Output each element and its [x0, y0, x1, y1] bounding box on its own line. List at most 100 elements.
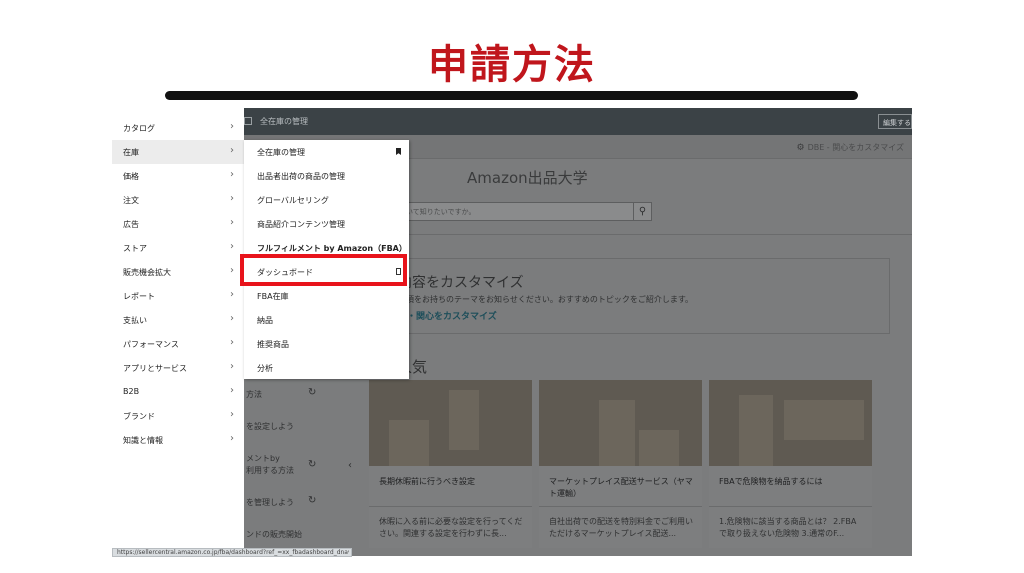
submenu-item-label: 納品 [257, 316, 273, 325]
menu-item-label: 知識と情報 [123, 436, 163, 445]
divider [539, 506, 702, 507]
submenu-item-label: 推奨商品 [257, 340, 289, 349]
customize-link[interactable]: ⚙ DBE - 関心をカスタマイズ [796, 142, 904, 153]
list-item[interactable]: を設定しよう [246, 421, 294, 432]
menu-item[interactable]: カタログ › [112, 116, 244, 140]
search-placeholder: ついて知りたいですか。 [399, 208, 476, 216]
customize-label: DBE - 関心をカスタマイズ [807, 143, 904, 152]
title-underline [165, 91, 858, 100]
card-image [539, 380, 702, 466]
menu-item[interactable]: パフォーマンス › [112, 332, 244, 356]
card-title: 長期休暇前に行うべき設定 [379, 477, 475, 486]
menu-item-label: ストア [123, 244, 147, 253]
edit-button[interactable]: 編集する [878, 114, 912, 129]
menu-item-label: カタログ [123, 124, 155, 133]
card-description: 休暇に入る前に必要な設定を行ってください。関連する設定を行わずに長... [379, 517, 523, 538]
list-item[interactable]: 利用する方法 [246, 465, 294, 476]
divider [357, 234, 912, 235]
chevron-right-icon: › [230, 433, 234, 444]
menu-item[interactable]: 販売機会拡大 › [112, 260, 244, 284]
menu-item[interactable]: 在庫 › [112, 140, 244, 164]
submenu-item-label: 全在庫の管理 [257, 148, 305, 157]
card-description: 自社出荷での配送を特別料金でご利用いただけるマーケットプレイス配送... [549, 517, 693, 538]
menu-item-label: 価格 [123, 172, 139, 181]
article-card[interactable]: 長期休暇前に行うべき設定 休暇に入る前に必要な設定を行ってください。関連する設定… [369, 380, 532, 548]
status-bar: https://sellercentral.amazon.co.jp/fba/d… [112, 548, 352, 557]
list-item[interactable]: を管理しよう [246, 497, 294, 508]
chevron-right-icon: › [230, 169, 234, 180]
submenu-item[interactable]: グローバルセリング [244, 188, 409, 212]
card-title: FBAで危険物を納品するには [719, 477, 823, 486]
menu-item[interactable]: 知識と情報 › [112, 428, 244, 452]
chevron-right-icon: › [230, 361, 234, 372]
menu-item[interactable]: ストア › [112, 236, 244, 260]
menu-item-label: 注文 [123, 196, 139, 205]
menu-item[interactable]: アプリとサービス › [112, 356, 244, 380]
chevron-right-icon: › [230, 265, 234, 276]
divider [709, 506, 872, 507]
loading-icon: ↻ [308, 387, 317, 398]
main-menu: カタログ › 在庫 › 価格 › 注文 › 広告 › ストア › 販売機会拡大 › レポート › 支払い › パフォ… [112, 108, 244, 556]
menu-item-label: 広告 [123, 220, 139, 229]
customize-panel-link[interactable]: 事・関心をカスタマイズ [398, 309, 497, 322]
card-image [369, 380, 532, 466]
chevron-right-icon: › [230, 145, 234, 156]
list-item[interactable]: ンドの販売開始 [246, 529, 302, 540]
list-item[interactable]: 方法 [246, 389, 262, 400]
submenu-item[interactable]: 全在庫の管理 [244, 140, 409, 164]
article-card[interactable]: マーケットプレイス配送サービス（ヤマト運輸） 自社出荷での配送を特別料金でご利用… [539, 380, 702, 548]
search-input[interactable]: ついて知りたいですか。 ⚲ [392, 202, 652, 221]
menu-item-label: B2B [123, 387, 140, 396]
submenu-item-label: 分析 [257, 364, 273, 373]
chevron-right-icon: › [230, 241, 234, 252]
chevron-right-icon: › [230, 193, 234, 204]
slide-title: 申請方法 [428, 42, 596, 88]
menu-item-label: 在庫 [123, 148, 139, 157]
menu-item-label: レポート [123, 292, 155, 301]
menu-item[interactable]: レポート › [112, 284, 244, 308]
menu-item[interactable]: 広告 › [112, 212, 244, 236]
chevron-right-icon: › [230, 121, 234, 132]
submenu-item-label: 出品者出荷の商品の管理 [257, 172, 345, 181]
submenu-item[interactable]: 納品 [244, 308, 409, 332]
search-icon[interactable]: ⚲ [633, 203, 651, 220]
submenu-item-label: FBA在庫 [257, 292, 289, 301]
submenu-item-label: フルフィルメント by Amazon（FBA） [257, 244, 407, 253]
loading-icon: ↻ [308, 495, 317, 506]
divider [369, 506, 532, 507]
card-title: マーケットプレイス配送サービス（ヤマト運輸） [549, 477, 693, 498]
submenu-item[interactable]: 分析 [244, 356, 409, 380]
customize-text: 事項をお持ちのテーマをお知らせください。おすすめのトピックをご紹介します。 [398, 295, 694, 304]
square-icon [244, 117, 252, 125]
list-item[interactable]: メントby [246, 453, 280, 464]
submenu-item[interactable]: 商品紹介コンテンツ管理 [244, 212, 409, 236]
menu-item-label: パフォーマンス [123, 340, 179, 349]
chevron-right-icon: › [230, 289, 234, 300]
highlight-box [240, 254, 407, 286]
customize-heading: 内容をカスタマイズ [398, 275, 524, 291]
menu-item-label: ブランド [123, 412, 155, 421]
chevron-right-icon: › [230, 385, 234, 396]
submenu-item[interactable]: 出品者出荷の商品の管理 [244, 164, 409, 188]
card-image [709, 380, 872, 466]
loading-icon: ↻ [308, 459, 317, 470]
bookmark-icon[interactable] [396, 148, 401, 155]
chevron-right-icon: › [230, 217, 234, 228]
menu-item[interactable]: 支払い › [112, 308, 244, 332]
menu-item-label: アプリとサービス [123, 364, 187, 373]
menu-item-label: 支払い [123, 316, 147, 325]
submenu-item-label: グローバルセリング [257, 196, 329, 205]
submenu-item-label: 商品紹介コンテンツ管理 [257, 220, 345, 229]
chevron-right-icon: › [230, 337, 234, 348]
menu-item[interactable]: B2B › [112, 380, 244, 404]
menu-item[interactable]: 価格 › [112, 164, 244, 188]
article-card[interactable]: FBAで危険物を納品するには 1.危険物に該当する商品とは？ 2.FBAで取り扱… [709, 380, 872, 548]
breadcrumb: 全在庫の管理 [260, 117, 308, 126]
menu-item[interactable]: ブランド › [112, 404, 244, 428]
menu-item[interactable]: 注文 › [112, 188, 244, 212]
status-url: https://sellercentral.amazon.co.jp/fba/d… [117, 549, 349, 556]
submenu-item[interactable]: 推奨商品 [244, 332, 409, 356]
page-title: Amazon出品大学 [467, 169, 588, 187]
carousel-prev-icon[interactable]: ‹ [348, 460, 352, 471]
submenu-item[interactable]: FBA在庫 [244, 284, 409, 308]
